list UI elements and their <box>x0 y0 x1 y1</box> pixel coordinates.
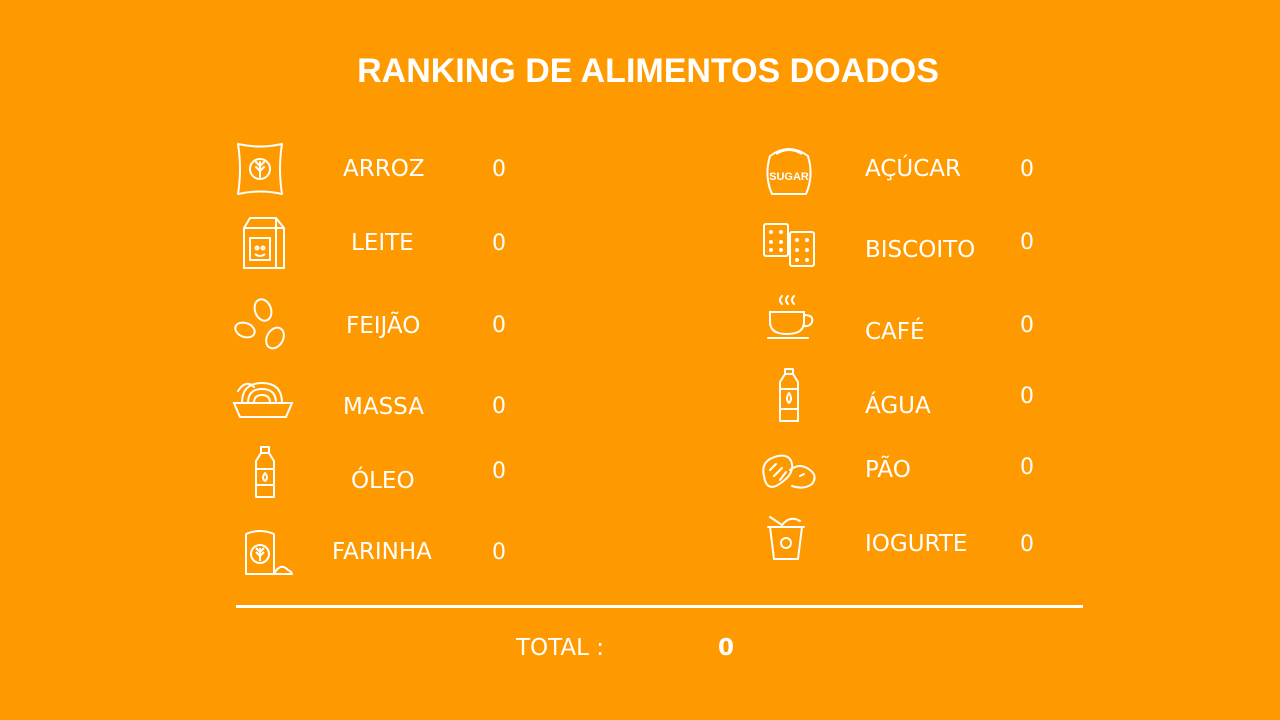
bread-icon <box>760 450 818 492</box>
total-divider <box>236 605 1083 608</box>
item-value-agua: 0 <box>1020 384 1034 409</box>
page-title: RANKING DE ALIMENTOS DOADOS <box>357 52 939 90</box>
item-label-pao: PÃO <box>865 457 911 483</box>
sugar-bag-icon: SUGAR <box>764 140 814 196</box>
flour-bag-icon <box>240 526 294 576</box>
item-value-cafe: 0 <box>1020 313 1034 338</box>
item-label-agua: ÁGUA <box>865 393 931 419</box>
item-label-leite: LEITE <box>351 230 414 256</box>
item-label-arroz: ARROZ <box>343 156 425 182</box>
oil-bottle-icon <box>252 445 278 499</box>
yogurt-icon <box>766 513 808 563</box>
water-bottle-icon <box>776 367 802 423</box>
item-value-iogurte: 0 <box>1020 532 1034 557</box>
item-label-oleo: ÓLEO <box>351 468 415 494</box>
item-value-arroz: 0 <box>492 157 506 182</box>
item-label-feijao: FEIJÃO <box>346 313 421 339</box>
item-value-biscoito: 0 <box>1020 230 1034 255</box>
item-label-biscoito: BISCOITO <box>865 237 976 263</box>
item-value-feijao: 0 <box>492 313 506 338</box>
item-label-massa: MASSA <box>343 394 424 420</box>
item-label-farinha: FARINHA <box>332 539 432 565</box>
beans-icon <box>233 298 289 354</box>
svg-text:SUGAR: SUGAR <box>769 171 809 183</box>
rice-bag-icon <box>234 141 286 197</box>
item-value-farinha: 0 <box>492 540 506 565</box>
item-label-acucar: AÇÚCAR <box>865 156 961 182</box>
item-label-iogurte: IOGURTE <box>865 531 968 557</box>
item-value-oleo: 0 <box>492 459 506 484</box>
item-label-cafe: CAFÉ <box>865 319 925 345</box>
item-value-pao: 0 <box>1020 455 1034 480</box>
pasta-bowl-icon <box>232 377 294 421</box>
milk-carton-icon <box>240 216 288 272</box>
total-value: 0 <box>718 635 735 661</box>
item-value-massa: 0 <box>492 394 506 419</box>
item-value-leite: 0 <box>492 231 506 256</box>
coffee-cup-icon <box>766 294 816 342</box>
item-value-acucar: 0 <box>1020 157 1034 182</box>
biscuit-icon <box>762 222 816 268</box>
total-label: TOTAL : <box>516 635 605 661</box>
